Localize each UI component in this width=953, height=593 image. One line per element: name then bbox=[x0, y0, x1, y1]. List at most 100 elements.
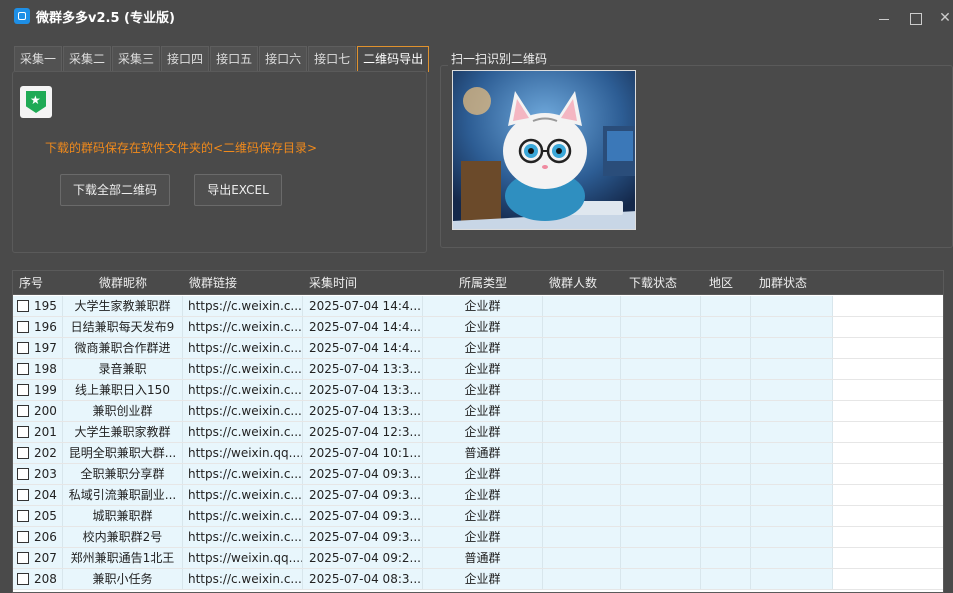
cell-link[interactable]: https://c.weixin.c... bbox=[183, 359, 303, 379]
column-header-type[interactable]: 所属类型 bbox=[459, 271, 507, 295]
column-header-time[interactable]: 采集时间 bbox=[309, 271, 357, 295]
cell-name: 兼职创业群 bbox=[63, 401, 183, 421]
group-table: 序号 微群昵称 微群链接 采集时间 所属类型 微群人数 下载状态 地区 加群状态… bbox=[12, 270, 944, 593]
table-row[interactable]: 195 大学生家教兼职群 https://c.weixin.c... 2025-07-… bbox=[13, 296, 943, 317]
cell-link[interactable]: https://c.weixin.c... bbox=[183, 527, 303, 547]
cell-link[interactable]: https://c.weixin.c... bbox=[183, 401, 303, 421]
tab-3[interactable]: 接口四 bbox=[161, 46, 210, 71]
cell-region bbox=[701, 380, 751, 400]
cell-type: 企业群 bbox=[423, 380, 543, 400]
cell-link[interactable]: https://c.weixin.c... bbox=[183, 569, 303, 589]
cell-link[interactable]: https://c.weixin.c... bbox=[183, 338, 303, 358]
cell-region bbox=[701, 569, 751, 589]
cell-time: 2025-07-04 13:3... bbox=[303, 359, 423, 379]
cell-download-status bbox=[621, 548, 701, 568]
tab-6[interactable]: 接口七 bbox=[308, 46, 357, 71]
cell-count bbox=[543, 569, 621, 589]
cell-join-status bbox=[751, 380, 833, 400]
table-row[interactable]: 202 昆明全职兼职大群... https://weixin.qq.... 2025-… bbox=[13, 443, 943, 464]
cell-link[interactable]: https://c.weixin.c... bbox=[183, 317, 303, 337]
cell-name: 全职兼职分享群 bbox=[63, 464, 183, 484]
cell-link[interactable]: https://c.weixin.c... bbox=[183, 296, 303, 316]
maximize-icon[interactable] bbox=[907, 10, 923, 26]
cell-link[interactable]: https://c.weixin.c... bbox=[183, 464, 303, 484]
cell-name: 城职兼职群 bbox=[63, 506, 183, 526]
tab-2[interactable]: 采集三 bbox=[112, 46, 161, 71]
cell-link[interactable]: https://weixin.qq.... bbox=[183, 443, 303, 463]
cell-time: 2025-07-04 09:3... bbox=[303, 464, 423, 484]
cell-name: 线上兼职日入150 bbox=[63, 380, 183, 400]
table-row[interactable]: 207 郑州兼职通告1北王 https://weixin.qq.... 2025-07… bbox=[13, 548, 943, 569]
cell-download-status bbox=[621, 317, 701, 337]
tab-1[interactable]: 采集二 bbox=[63, 46, 112, 71]
cell-no: 198 bbox=[13, 359, 63, 379]
table-row[interactable]: 204 私域引流兼职副业... https://c.weixin.c... 2025-… bbox=[13, 485, 943, 506]
table-row[interactable]: 200 兼职创业群 https://c.weixin.c... 2025-07-04 … bbox=[13, 401, 943, 422]
export-excel-button[interactable]: 导出EXCEL bbox=[194, 174, 282, 206]
app-title: 微群多多v2.5 (专业版) bbox=[36, 11, 175, 26]
tab-0[interactable]: 采集一 bbox=[14, 46, 63, 71]
table-row[interactable]: 196 日结兼职每天发布9 https://c.weixin.c... 2025-07… bbox=[13, 317, 943, 338]
cell-no: 203 bbox=[13, 464, 63, 484]
download-all-qr-button[interactable]: 下载全部二维码 bbox=[60, 174, 170, 206]
table-row[interactable]: 198 录音兼职 https://c.weixin.c... 2025-07-04 1… bbox=[13, 359, 943, 380]
cell-no: 199 bbox=[13, 380, 63, 400]
table-row[interactable]: 206 校内兼职群2号 https://c.weixin.c... 2025-07-0… bbox=[13, 527, 943, 548]
cell-region bbox=[701, 506, 751, 526]
cell-download-status bbox=[621, 485, 701, 505]
cell-join-status bbox=[751, 422, 833, 442]
tab-4[interactable]: 接口五 bbox=[210, 46, 259, 71]
tab-5[interactable]: 接口六 bbox=[259, 46, 308, 71]
qr-preview-image bbox=[452, 70, 636, 230]
minimize-icon[interactable] bbox=[876, 10, 892, 26]
cell-join-status bbox=[751, 317, 833, 337]
shield-star-icon[interactable]: ★ bbox=[20, 86, 52, 118]
cell-count bbox=[543, 506, 621, 526]
table-body: 195 大学生家教兼职群 https://c.weixin.c... 2025-07-… bbox=[13, 296, 943, 590]
cell-count bbox=[543, 401, 621, 421]
cell-no: 196 bbox=[13, 317, 63, 337]
cell-region bbox=[701, 359, 751, 379]
table-row[interactable]: 205 城职兼职群 https://c.weixin.c... 2025-07-04 … bbox=[13, 506, 943, 527]
tab-7[interactable]: 二维码导出 bbox=[357, 46, 430, 72]
table-row[interactable]: 208 兼职小任务 https://c.weixin.c... 2025-07-04 … bbox=[13, 569, 943, 590]
cell-count bbox=[543, 380, 621, 400]
column-header-link[interactable]: 微群链接 bbox=[189, 271, 237, 295]
cell-time: 2025-07-04 14:4... bbox=[303, 338, 423, 358]
table-row[interactable]: 203 全职兼职分享群 https://c.weixin.c... 2025-07-0… bbox=[13, 464, 943, 485]
cell-name: 录音兼职 bbox=[63, 359, 183, 379]
cell-type: 普通群 bbox=[423, 443, 543, 463]
column-header-region[interactable]: 地区 bbox=[709, 271, 733, 295]
cell-link[interactable]: https://c.weixin.c... bbox=[183, 422, 303, 442]
column-header-download-status[interactable]: 下载状态 bbox=[629, 271, 677, 295]
cell-name: 微商兼职合作群进 bbox=[63, 338, 183, 358]
cell-region bbox=[701, 548, 751, 568]
cell-download-status bbox=[621, 359, 701, 379]
table-row[interactable]: 199 线上兼职日入150 https://c.weixin.c... 2025-07… bbox=[13, 380, 943, 401]
cell-link[interactable]: https://c.weixin.c... bbox=[183, 380, 303, 400]
cell-no: 201 bbox=[13, 422, 63, 442]
column-header-count[interactable]: 微群人数 bbox=[549, 271, 597, 295]
cell-download-status bbox=[621, 338, 701, 358]
column-header-no[interactable]: 序号 bbox=[19, 271, 43, 295]
cell-link[interactable]: https://c.weixin.c... bbox=[183, 485, 303, 505]
cell-time: 2025-07-04 12:3... bbox=[303, 422, 423, 442]
cell-download-status bbox=[621, 569, 701, 589]
cell-region bbox=[701, 401, 751, 421]
cell-link[interactable]: https://c.weixin.c... bbox=[183, 506, 303, 526]
column-header-join-status[interactable]: 加群状态 bbox=[759, 271, 807, 295]
cell-download-status bbox=[621, 401, 701, 421]
column-header-name[interactable]: 微群昵称 bbox=[99, 271, 147, 295]
table-row[interactable]: 197 微商兼职合作群进 https://c.weixin.c... 2025-07-… bbox=[13, 338, 943, 359]
cell-join-status bbox=[751, 569, 833, 589]
table-row[interactable]: 201 大学生兼职家教群 https://c.weixin.c... 2025-07-… bbox=[13, 422, 943, 443]
cell-join-status bbox=[751, 548, 833, 568]
cell-link[interactable]: https://weixin.qq.... bbox=[183, 548, 303, 568]
cell-no: 206 bbox=[13, 527, 63, 547]
cell-time: 2025-07-04 13:3... bbox=[303, 401, 423, 421]
cell-no: 207 bbox=[13, 548, 63, 568]
close-icon[interactable]: ✕ bbox=[937, 10, 953, 26]
cell-time: 2025-07-04 14:4... bbox=[303, 296, 423, 316]
cell-type: 企业群 bbox=[423, 338, 543, 358]
cell-type: 企业群 bbox=[423, 506, 543, 526]
